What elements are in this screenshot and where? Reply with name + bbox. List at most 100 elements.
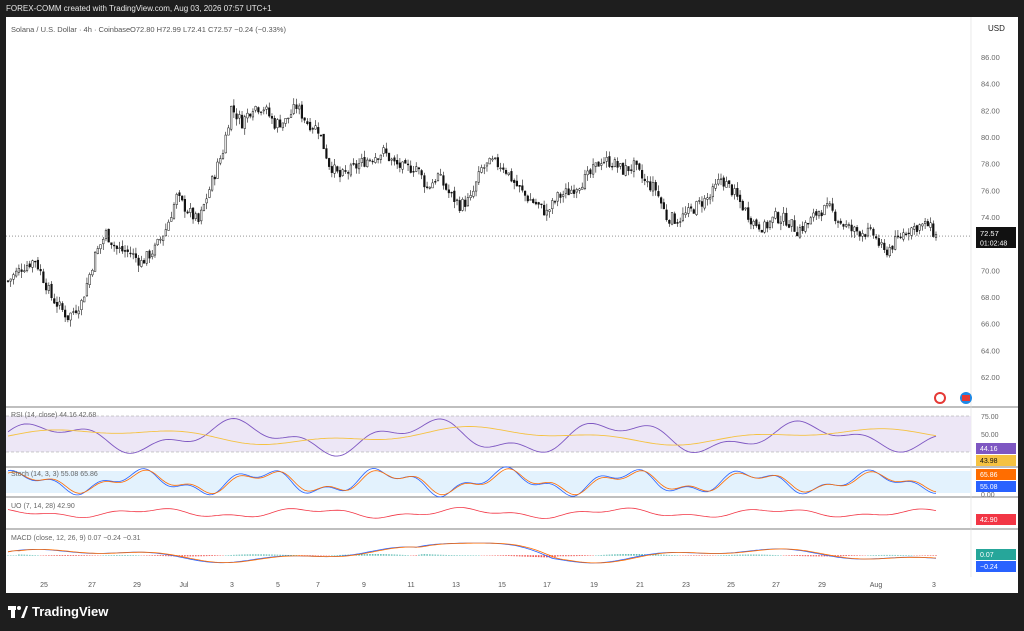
candle (632, 157, 636, 178)
macd-histogram-bar (246, 554, 249, 556)
price-tick-label: 62.00 (981, 373, 1000, 382)
candle (132, 248, 135, 260)
candle (861, 229, 864, 242)
macd-histogram-bar (75, 555, 77, 556)
candle (894, 230, 897, 251)
macd-histogram-bar (448, 554, 450, 556)
candle (483, 164, 486, 175)
candle (929, 217, 932, 232)
candle (676, 218, 679, 227)
chart-canvas[interactable]: RSI (14, close) 44.16 42.68 75.0050.0044.… (6, 17, 1018, 593)
candle (227, 124, 230, 136)
candle (194, 211, 197, 221)
candle (815, 208, 818, 220)
candle (763, 219, 766, 234)
candle (488, 157, 491, 165)
candle (725, 176, 728, 188)
candle (113, 241, 116, 252)
macd-histogram-bar (442, 554, 445, 556)
tradingview-logo[interactable]: TradingView (8, 604, 108, 619)
time-tick-label: 29 (818, 582, 826, 589)
candle (924, 217, 927, 229)
macd-histogram-bar (845, 555, 848, 557)
candle (379, 154, 382, 164)
price-tick-label: 74.00 (981, 213, 1000, 222)
candle (831, 197, 834, 213)
flag-icons[interactable] (934, 392, 972, 404)
macd-histogram-bar (154, 555, 156, 556)
candle (480, 164, 483, 174)
candle (360, 153, 363, 167)
rsi-tick-label: 75.00 (981, 414, 999, 421)
candle (834, 209, 837, 225)
time-tick-label: 27 (88, 582, 96, 589)
macd-histogram-bar (385, 554, 388, 556)
macd-histogram-bar (262, 554, 265, 556)
candle (396, 154, 399, 169)
candle (907, 228, 910, 241)
macd-histogram-bar (164, 555, 167, 557)
candle (714, 178, 717, 192)
macd-histogram-bar (848, 555, 850, 556)
candle (257, 106, 260, 115)
candle (72, 307, 75, 315)
macd-histogram-bar (58, 555, 61, 556)
macd-histogram-bar (249, 554, 252, 556)
candle (83, 296, 86, 303)
price-tick-label: 86.00 (981, 53, 1000, 62)
rsi-title: RSI (14, close) 44.16 42.68 (11, 412, 96, 419)
macd-histogram-bar (211, 555, 213, 556)
macd-histogram-bar (763, 554, 766, 556)
stoch-d-value-label: 65.86 (980, 472, 998, 479)
macd-histogram-bar (935, 555, 937, 556)
macd-histogram-bar (839, 555, 842, 557)
candle (363, 150, 366, 168)
candle (170, 211, 173, 222)
candle (836, 219, 840, 228)
candle (660, 196, 663, 209)
candle (377, 158, 380, 164)
time-tick-label: 29 (133, 582, 141, 589)
macd-histogram-bar (233, 554, 235, 556)
candle (613, 157, 616, 168)
macd-histogram-bar (23, 554, 26, 556)
macd-histogram-bar (575, 555, 578, 557)
macd-histogram-bar (790, 555, 793, 556)
macd-histogram-bar (543, 555, 545, 558)
candle (186, 209, 189, 215)
macd-histogram-bar (616, 554, 619, 556)
price-tick-label: 80.00 (981, 133, 1000, 142)
candle (777, 211, 780, 225)
candle (47, 282, 50, 294)
macd-histogram-bar (200, 555, 203, 557)
candle (415, 162, 418, 173)
macd-histogram-bar (556, 555, 559, 557)
macd-histogram-bar (769, 554, 771, 556)
macd-histogram-bar (184, 555, 186, 557)
candle (341, 168, 344, 177)
candle (69, 312, 72, 327)
candle (842, 223, 845, 230)
macd-histogram-bar (771, 554, 774, 556)
candle (600, 158, 603, 171)
candle (504, 167, 508, 176)
candle (915, 224, 919, 236)
candle (374, 153, 377, 164)
macd-histogram-bar (69, 555, 72, 556)
price-axis[interactable]: 86.0084.0082.0080.0078.0076.0074.0072.00… (981, 53, 1000, 382)
candle (34, 260, 37, 268)
macd-histogram-bar (559, 555, 562, 557)
macd-histogram-bar (77, 555, 80, 556)
time-axis[interactable]: 25 27 29 Jul 3 5 7 9 11 13 15 17 19 21 23 25 27 29 Aug 3 (40, 582, 936, 589)
chart-container[interactable]: RSI (14, close) 44.16 42.68 75.00 50.00 44.… (6, 17, 1018, 593)
macd-histogram-bar (535, 555, 537, 558)
candle (99, 244, 102, 254)
macd-histogram-bar (633, 554, 635, 556)
candle (885, 246, 889, 258)
macd-histogram-bar (929, 555, 932, 556)
macd-histogram-bar (622, 554, 624, 556)
macd-histogram-bar (510, 555, 513, 557)
candle (213, 174, 216, 186)
candle (36, 257, 40, 271)
candle (235, 108, 238, 126)
